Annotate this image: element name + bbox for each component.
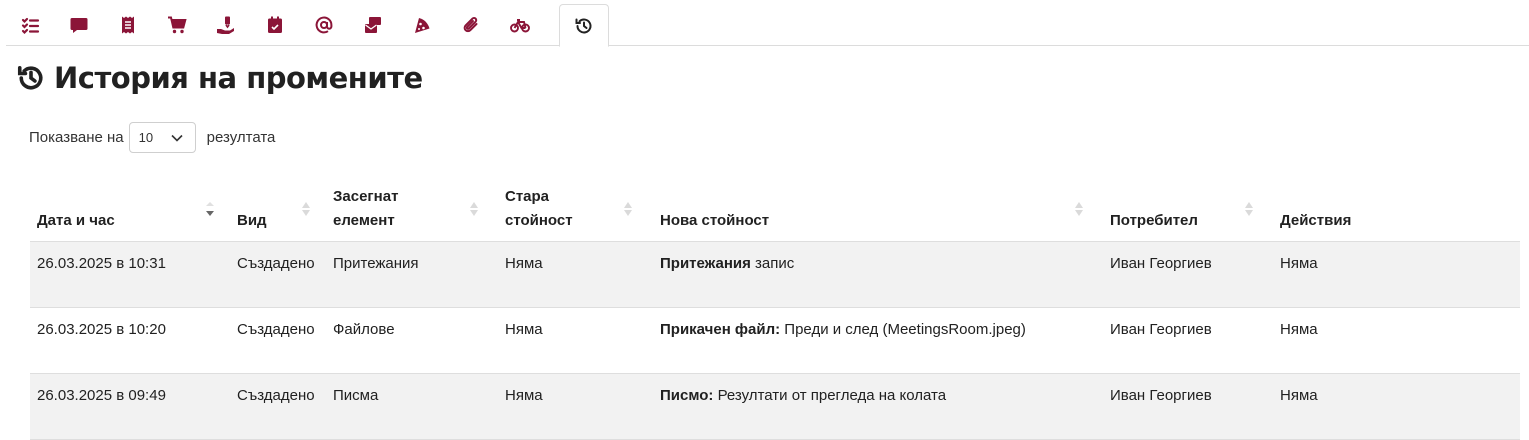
tab-comments[interactable] — [55, 4, 103, 46]
tab-history[interactable] — [559, 4, 609, 47]
tab-mailings[interactable] — [349, 4, 397, 46]
sort-desc-icon — [206, 202, 214, 216]
cell-old-value: Няма — [498, 241, 653, 308]
page-length-value: 10 — [138, 130, 154, 145]
sort-icon — [1245, 202, 1253, 216]
chevron-down-icon — [171, 134, 183, 142]
tab-orders[interactable] — [153, 4, 201, 46]
cell-type: Създадено — [230, 373, 326, 440]
cell-old-value: Няма — [498, 307, 653, 374]
cell-actions: Няма — [1273, 307, 1520, 374]
tab-tasks[interactable] — [6, 4, 54, 46]
cell-type: Създадено — [230, 241, 326, 308]
history-table: Дата и час Вид Засегнат елемент Стара стой… — [30, 176, 1520, 440]
table-header-row: Дата и час Вид Засегнат елемент Стара стой… — [30, 176, 1520, 242]
cell-datetime: 26.03.2025 в 10:20 — [30, 307, 230, 374]
cell-element: Притежания — [326, 241, 498, 308]
table-row: 26.03.2025 в 09:49 Създадено Писма Няма … — [30, 373, 1520, 440]
cell-new-value: Прикачен файл: Преди и след (MeetingsRoo… — [653, 307, 1103, 374]
at-sign-icon — [315, 16, 333, 34]
column-header-datetime[interactable]: Дата и час — [30, 176, 230, 242]
bicycle-icon — [510, 19, 530, 33]
tab-attachments[interactable] — [447, 4, 495, 46]
cell-user: Иван Георгиев — [1103, 241, 1273, 308]
history-icon — [575, 18, 592, 33]
cell-element: Файлове — [326, 307, 498, 374]
column-header-new-value[interactable]: Нова стойност — [653, 176, 1103, 242]
cell-datetime: 26.03.2025 в 09:49 — [30, 373, 230, 440]
cell-new-value: Притежания запис — [653, 241, 1103, 308]
tab-receipts[interactable] — [104, 4, 152, 46]
column-header-element[interactable]: Засегнат елемент — [326, 176, 498, 242]
length-prefix-label: Показване на — [29, 129, 124, 146]
sort-icon — [302, 202, 310, 216]
tab-emails[interactable] — [300, 4, 348, 46]
tab-food[interactable] — [398, 4, 446, 46]
calendar-icon — [268, 16, 282, 33]
checklist-icon — [21, 17, 40, 35]
page-header: История на промените — [16, 60, 423, 96]
page-title: История на промените — [54, 61, 423, 95]
cell-type: Създадено — [230, 307, 326, 374]
cell-user: Иван Георгиев — [1103, 307, 1273, 374]
mail-bulk-icon — [365, 17, 381, 33]
column-header-old-value[interactable]: Стара стойност — [498, 176, 653, 242]
sort-icon — [624, 202, 632, 216]
cell-new-value: Писмо: Резултати от прегледа на колата — [653, 373, 1103, 440]
hand-money-icon — [217, 16, 234, 34]
chat-bubble-icon — [70, 18, 88, 33]
tab-vehicles[interactable] — [496, 4, 544, 46]
table-row: 26.03.2025 в 10:20 Създадено Файлове Ням… — [30, 307, 1520, 374]
receipt-icon — [122, 16, 134, 34]
cell-user: Иван Георгиев — [1103, 373, 1273, 440]
sort-icon — [470, 202, 478, 216]
cell-actions: Няма — [1273, 241, 1520, 308]
column-header-actions: Действия — [1280, 212, 1352, 229]
shopping-cart-icon — [168, 16, 187, 34]
tab-bar — [6, 0, 1529, 47]
cell-datetime: 26.03.2025 в 10:31 — [30, 241, 230, 308]
length-suffix-label: резултата — [206, 129, 276, 146]
sort-icon — [1075, 202, 1083, 216]
tab-payments[interactable] — [202, 4, 250, 46]
page-length-select[interactable]: 10 — [128, 122, 196, 153]
cell-element: Писма — [326, 373, 498, 440]
tab-calendar[interactable] — [251, 4, 299, 46]
page-length-control: Показване на 10 резултата — [29, 122, 275, 153]
paperclip-icon — [463, 17, 478, 33]
column-header-user[interactable]: Потребител — [1103, 176, 1273, 242]
pizza-slice-icon — [415, 18, 430, 33]
history-icon — [17, 66, 43, 90]
column-header-type[interactable]: Вид — [230, 176, 326, 242]
cell-actions: Няма — [1273, 373, 1520, 440]
table-row: 26.03.2025 в 10:31 Създадено Притежания … — [30, 241, 1520, 308]
cell-old-value: Няма — [498, 373, 653, 440]
